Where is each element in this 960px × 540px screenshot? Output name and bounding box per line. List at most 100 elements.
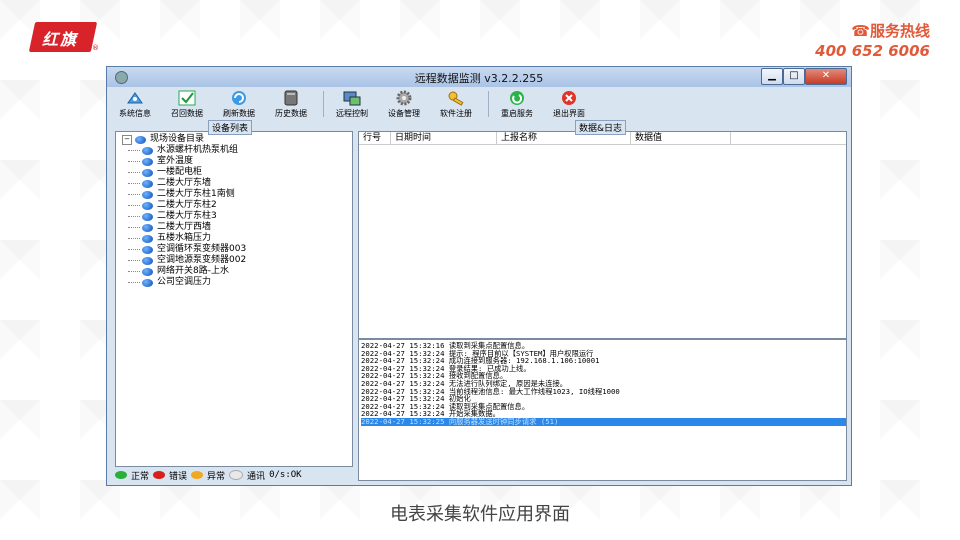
tree-item-label: 室外温度 [157, 156, 194, 166]
tree-item-label: 一楼配电柜 [157, 167, 203, 177]
tree-item[interactable]: 五楼水箱压力 [122, 233, 246, 244]
status-dot-icon [142, 201, 153, 210]
tree-item[interactable]: 二楼大厅东柱3 [122, 211, 246, 222]
app-window: 远程数据监测 v3.2.2.255 ▁ □ ✕ 系统信息 召回数据 刷新数据 历… [106, 66, 852, 486]
tree-item[interactable]: 二楼大厅东柱1南侧 [122, 189, 246, 200]
status-legend: 正常 错误 异常 通讯 0/s:OK [115, 468, 353, 482]
tree-branch [128, 238, 140, 239]
log-line[interactable]: 2022-04-27 15:32:25 向服务器发送时钟同步请求 (51) [361, 418, 846, 426]
data-panel-title: 数据&日志 [575, 120, 627, 135]
tree-item-label: 二楼大厅西墙 [157, 222, 212, 232]
registered-mark: ® [92, 44, 99, 52]
tree-branch [128, 216, 140, 217]
status-dot-icon [142, 267, 153, 276]
status-dot-icon [142, 190, 153, 199]
legend-comm: 通讯 [247, 471, 266, 482]
minimize-button[interactable]: ▁ [761, 68, 783, 85]
legend-error: 错误 [169, 471, 188, 482]
close-button[interactable]: ✕ [805, 68, 847, 85]
comm-status-icon [229, 470, 244, 480]
tree-item[interactable]: 空调地源泵变频器002 [122, 255, 246, 266]
system-info-button[interactable]: 系统信息 [111, 87, 159, 121]
gear-icon [394, 89, 414, 107]
tree-item-label: 空调地源泵变频器002 [157, 255, 247, 265]
col-data-value[interactable]: 数据值 [631, 132, 731, 144]
exit-button[interactable]: 退出界面 [545, 87, 593, 121]
refresh-data-button[interactable]: 刷新数据 [215, 87, 263, 121]
status-dot-icon [142, 223, 153, 232]
database-icon [281, 89, 301, 107]
tool-label: 设备管理 [388, 109, 420, 118]
tree-branch [128, 249, 140, 250]
device-management-button[interactable]: 设备管理 [380, 87, 428, 121]
tree-item[interactable]: 公司空调压力 [122, 277, 246, 288]
toolbar-separator [323, 91, 324, 117]
tree-item-label: 五楼水箱压力 [157, 233, 212, 243]
tree-branch [128, 183, 140, 184]
status-dot-icon [142, 179, 153, 188]
restart-icon [507, 89, 527, 107]
recall-data-button[interactable]: 召回数据 [163, 87, 211, 121]
hotline: ☎服务热线 400 652 6006 [815, 20, 930, 60]
tool-label: 刷新数据 [223, 109, 255, 118]
tree-branch [128, 271, 140, 272]
title-bar[interactable]: 远程数据监测 v3.2.2.255 ▁ □ ✕ [107, 67, 851, 87]
data-table-panel: 行号 日期时间 上报名称 数据值 [358, 131, 847, 339]
tree-branch [128, 150, 140, 151]
status-dot-icon [142, 245, 153, 254]
tree-item[interactable]: 网络开关8路-上水 [122, 266, 246, 277]
tree-branch [128, 205, 140, 206]
log-panel[interactable]: 2022-04-27 15:32:16 读取到采集点配置信息。 2022-04-2… [358, 339, 847, 481]
status-dot-icon [142, 157, 153, 166]
col-datetime[interactable]: 日期时间 [391, 132, 497, 144]
tree-branch [128, 282, 140, 283]
tree-item[interactable]: 一楼配电柜 [122, 167, 246, 178]
tree-item-label: 空调循环泵变频器003 [157, 244, 247, 254]
tree-branch [128, 227, 140, 228]
tree-item[interactable]: 室外温度 [122, 156, 246, 167]
window-title: 远程数据监测 v3.2.2.255 [414, 72, 544, 85]
col-row-number[interactable]: 行号 [359, 132, 391, 144]
tree-item[interactable]: 水源螺杆机热泵机组 [122, 145, 246, 156]
tool-label: 重启服务 [501, 109, 533, 118]
tree-branch [128, 161, 140, 162]
checkbox-icon [177, 89, 197, 107]
tree-branch [128, 172, 140, 173]
comm-rate: 0/s:OK [269, 470, 302, 480]
logo-text: 红旗 [42, 30, 79, 49]
satellite-icon [125, 89, 145, 107]
remote-icon [342, 89, 362, 107]
tree-item[interactable]: 空调循环泵变频器003 [122, 244, 246, 255]
collapse-icon[interactable]: − [122, 134, 132, 145]
legend-normal: 正常 [131, 471, 150, 482]
tree-item-label: 二楼大厅东柱1南侧 [157, 189, 235, 199]
tree-item-label: 网络开关8路-上水 [157, 266, 229, 276]
status-dot-icon [142, 256, 153, 265]
normal-status-icon [115, 471, 127, 479]
tool-label: 远程控制 [336, 109, 368, 118]
software-register-button[interactable]: 软件注册 [432, 87, 480, 121]
tree-item[interactable]: 二楼大厅东柱2 [122, 200, 246, 211]
device-panel-title: 设备列表 [208, 120, 253, 135]
device-list-panel: − 现场设备目录 水源螺杆机热泵机组 室外温度 一楼配电柜 二楼大厅东墙 二楼大厅东柱1… [115, 131, 353, 467]
tree-root[interactable]: − 现场设备目录 [122, 134, 246, 145]
device-tree: − 现场设备目录 水源螺杆机热泵机组 室外温度 一楼配电柜 二楼大厅东墙 二楼大厅东柱1… [122, 134, 246, 288]
toolbar-separator [488, 91, 489, 117]
log-list: 2022-04-27 15:32:16 读取到采集点配置信息。 2022-04-2… [361, 342, 846, 426]
tree-item-label: 二楼大厅东柱2 [157, 200, 217, 210]
restart-service-button[interactable]: 重启服务 [493, 87, 541, 121]
toolbar: 系统信息 召回数据 刷新数据 历史数据 远程控制 设备管理 软件注册 重启服务 … [107, 87, 851, 121]
remote-control-button[interactable]: 远程控制 [328, 87, 376, 121]
status-dot-icon [142, 234, 153, 243]
tree-branch [128, 260, 140, 261]
maximize-button[interactable]: □ [783, 68, 805, 85]
tree-branch [128, 194, 140, 195]
tree-item[interactable]: 二楼大厅西墙 [122, 222, 246, 233]
status-dot-icon [135, 135, 146, 144]
tool-label: 退出界面 [553, 109, 585, 118]
status-dot-icon [142, 168, 153, 177]
status-dot-icon [142, 146, 153, 155]
hotline-label: 服务热线 [869, 22, 930, 40]
history-data-button[interactable]: 历史数据 [267, 87, 315, 121]
tree-item[interactable]: 二楼大厅东墙 [122, 178, 246, 189]
